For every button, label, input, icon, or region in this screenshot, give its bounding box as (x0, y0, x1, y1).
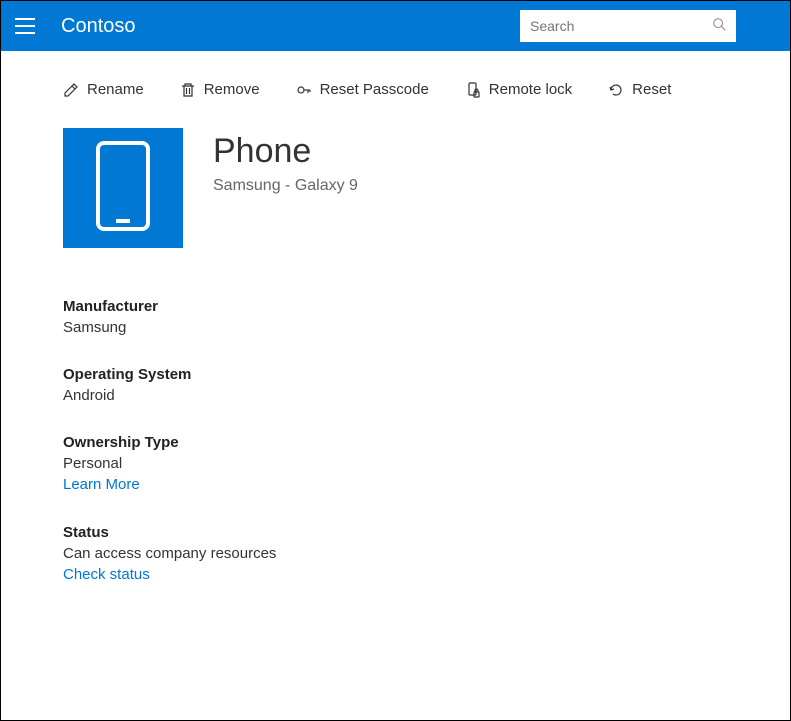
ownership-label: Ownership Type (63, 434, 728, 451)
brand-name: Contoso (61, 15, 520, 38)
device-summary: Phone Samsung - Galaxy 9 (1, 128, 790, 248)
os-value: Android (63, 387, 728, 404)
phone-lock-icon (465, 82, 481, 98)
search-input[interactable] (530, 18, 712, 34)
reset-passcode-button[interactable]: Reset Passcode (296, 81, 429, 98)
device-tile (63, 128, 183, 248)
reset-label: Reset (632, 81, 671, 98)
manufacturer-value: Samsung (63, 319, 728, 336)
device-details: Manufacturer Samsung Operating System An… (1, 248, 790, 584)
reset-passcode-label: Reset Passcode (320, 81, 429, 98)
remote-lock-button[interactable]: Remote lock (465, 81, 572, 98)
ownership-value: Personal (63, 455, 728, 472)
os-field: Operating System Android (63, 366, 728, 404)
check-status-link[interactable]: Check status (63, 566, 150, 583)
device-title: Phone (213, 132, 358, 171)
manufacturer-field: Manufacturer Samsung (63, 298, 728, 336)
menu-icon[interactable] (15, 14, 39, 38)
status-label: Status (63, 524, 728, 541)
device-info: Phone Samsung - Galaxy 9 (213, 128, 358, 248)
app-header: Contoso (1, 1, 790, 51)
reset-button[interactable]: Reset (608, 81, 671, 98)
pencil-icon (63, 82, 79, 98)
reset-icon (608, 82, 624, 98)
os-label: Operating System (63, 366, 728, 383)
remove-label: Remove (204, 81, 260, 98)
status-value: Can access company resources (63, 545, 728, 562)
rename-label: Rename (87, 81, 144, 98)
learn-more-link[interactable]: Learn More (63, 476, 140, 493)
action-toolbar: Rename Remove Reset Passcode Remote lock (1, 51, 790, 128)
search-icon[interactable] (712, 17, 726, 36)
status-field: Status Can access company resources Chec… (63, 524, 728, 584)
manufacturer-label: Manufacturer (63, 298, 728, 315)
phone-icon (96, 141, 150, 236)
trash-icon (180, 82, 196, 98)
device-subtitle: Samsung - Galaxy 9 (213, 177, 358, 195)
remote-lock-label: Remote lock (489, 81, 572, 98)
ownership-field: Ownership Type Personal Learn More (63, 434, 728, 494)
search-box[interactable] (520, 10, 736, 42)
rename-button[interactable]: Rename (63, 81, 144, 98)
key-icon (296, 82, 312, 98)
remove-button[interactable]: Remove (180, 81, 260, 98)
